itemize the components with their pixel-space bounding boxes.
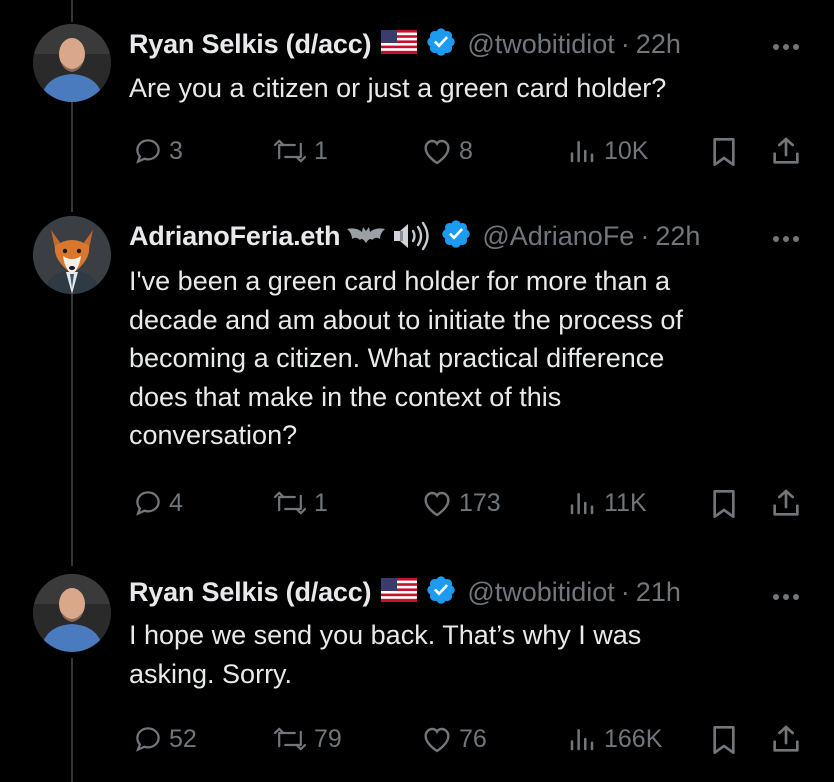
repost-icon [272, 488, 308, 518]
thread-line-top [71, 0, 73, 22]
bookmark-button[interactable] [709, 488, 739, 520]
display-name[interactable]: Ryan Selkis (d/acc) [129, 577, 372, 608]
repost-count: 1 [314, 488, 328, 517]
us-flag-icon [381, 577, 418, 607]
share-icon [770, 486, 802, 520]
separator-dot: · [640, 220, 650, 251]
tweet-header: Ryan Selkis (d/acc) @twobitidiot · 21h [129, 574, 681, 610]
repost-button[interactable]: 1 [272, 488, 328, 518]
action-bar: 3 1 8 10K [0, 134, 834, 174]
share-button[interactable] [770, 722, 802, 756]
views-count: 166K [604, 724, 663, 753]
views-count: 10K [604, 136, 649, 165]
views-icon [566, 488, 598, 518]
share-icon [770, 134, 802, 168]
avatar[interactable] [33, 574, 111, 652]
display-name[interactable]: Ryan Selkis (d/acc) [129, 29, 372, 60]
us-flag-icon [381, 29, 418, 59]
like-button[interactable]: 8 [421, 136, 473, 166]
share-button[interactable] [770, 134, 802, 168]
views-count: 11K [604, 488, 647, 517]
tweet[interactable]: Ryan Selkis (d/acc) @twobitidiot · 22h A… [0, 24, 834, 194]
like-count: 173 [459, 488, 501, 517]
reply-count: 4 [169, 488, 183, 517]
bookmark-button[interactable] [709, 724, 739, 756]
views-button[interactable]: 11K [566, 488, 647, 518]
heart-icon [421, 136, 453, 166]
text-line: decade and am about to initiate the proc… [129, 304, 683, 335]
bookmark-button[interactable] [709, 136, 739, 168]
reply-icon [133, 136, 163, 166]
views-icon [566, 724, 598, 754]
like-count: 76 [459, 724, 487, 753]
timestamp[interactable]: 22h [655, 221, 700, 252]
heart-icon [421, 724, 453, 754]
text-line: Are you a citizen or just a green card h… [129, 73, 667, 103]
like-button[interactable]: 76 [421, 724, 487, 754]
bookmark-icon [709, 136, 739, 168]
display-name[interactable]: AdrianoFeria.eth [129, 221, 341, 252]
repost-count: 1 [314, 136, 328, 165]
like-button[interactable]: 173 [421, 488, 501, 518]
repost-button[interactable]: 1 [272, 136, 328, 166]
verified-badge-icon[interactable] [425, 574, 457, 611]
action-bar: 4 1 173 11K [0, 486, 834, 526]
share-icon [770, 722, 802, 756]
text-line: conversation? [129, 420, 298, 450]
views-button[interactable]: 10K [566, 136, 648, 166]
views-button[interactable]: 166K [566, 724, 662, 754]
reply-icon [133, 724, 163, 754]
bookmark-icon [709, 488, 739, 520]
separator-dot: · [620, 28, 630, 59]
user-handle[interactable]: @twobitidiot [467, 577, 614, 608]
tweet[interactable]: AdrianoFeria.eth @AdrianoFe · 22h I've b… [0, 216, 834, 556]
user-handle[interactable]: @twobitidiot [467, 29, 614, 60]
speaker-icon [392, 221, 432, 251]
reply-count: 3 [169, 136, 183, 165]
repost-icon [272, 136, 308, 166]
tweet-text: I've been a green card holder for more t… [129, 262, 789, 455]
tweet-text: Are you a citizen or just a green card h… [129, 69, 789, 108]
like-count: 8 [459, 136, 473, 165]
avatar[interactable] [33, 216, 111, 294]
repost-icon [272, 724, 308, 754]
bat-icon [346, 223, 386, 249]
reply-button[interactable]: 4 [133, 488, 183, 518]
share-button[interactable] [770, 486, 802, 520]
text-line: I've been a green card holder for more t… [129, 266, 670, 296]
verified-badge-icon[interactable] [425, 26, 457, 63]
reply-icon [133, 488, 163, 518]
timestamp[interactable]: 21h [636, 577, 681, 608]
separator-dot: · [620, 576, 630, 607]
reply-button[interactable]: 52 [133, 724, 197, 754]
timestamp[interactable]: 22h [636, 29, 681, 60]
text-line: becoming a citizen. What practical diffe… [129, 343, 665, 373]
verified-badge-icon[interactable] [440, 218, 472, 255]
user-handle[interactable]: @AdrianoFe [482, 221, 634, 252]
reply-button[interactable]: 3 [133, 136, 183, 166]
heart-icon [421, 488, 453, 518]
bookmark-icon [709, 724, 739, 756]
text-line: does that make in the context of this [129, 381, 562, 412]
tweet-text: I hope we send you back. That’s why I wa… [129, 616, 789, 693]
text-line: I hope we send you back. That’s why I wa… [129, 620, 642, 650]
views-icon [566, 136, 598, 166]
more-options-icon[interactable] [772, 38, 800, 56]
text-line: asking. Sorry. [129, 658, 293, 689]
action-bar: 52 79 76 166K [0, 722, 834, 762]
more-options-icon[interactable] [772, 230, 800, 248]
more-options-icon[interactable] [772, 588, 800, 606]
reply-count: 52 [169, 724, 197, 753]
avatar[interactable] [33, 24, 111, 102]
repost-button[interactable]: 79 [272, 724, 342, 754]
repost-count: 79 [314, 724, 342, 753]
tweet-header: Ryan Selkis (d/acc) @twobitidiot · 22h [129, 26, 681, 62]
tweet-header: AdrianoFeria.eth @AdrianoFe · 22h [129, 218, 700, 254]
tweet[interactable]: Ryan Selkis (d/acc) @twobitidiot · 21h I… [0, 574, 834, 774]
